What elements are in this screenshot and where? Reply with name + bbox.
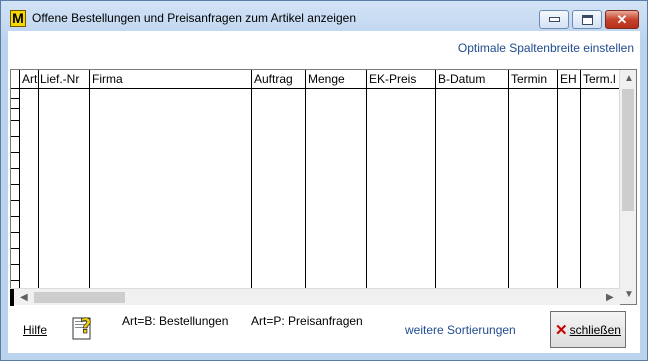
column-firma[interactable]: Firma [89, 70, 123, 304]
row-marker [11, 120, 19, 121]
close-button-label: schließen [569, 322, 621, 337]
row-indicator-marker [10, 289, 14, 306]
column-header-lief-nr[interactable]: Lief.-Nr [40, 72, 89, 86]
column-header-term-l[interactable]: Term.l [583, 72, 618, 86]
column-eh[interactable]: EH [557, 70, 577, 304]
help-icon[interactable]: ? [72, 313, 96, 341]
dialog-window: M Offene Bestellungen und Preisanfragen … [0, 0, 648, 361]
close-x-icon: ✕ [555, 321, 568, 339]
row-marker [11, 216, 19, 217]
column-header-b-datum[interactable]: B-Datum [438, 72, 485, 86]
horizontal-scroll-thumb[interactable] [34, 292, 125, 303]
column-header-menge[interactable]: Menge [308, 72, 345, 86]
row-marker [11, 232, 19, 233]
vertical-scroll-thumb[interactable] [622, 89, 634, 211]
row-marker [11, 200, 19, 201]
column-auftrag[interactable]: Auftrag [251, 70, 293, 304]
more-sorting-link[interactable]: weitere Sortierungen [405, 323, 516, 337]
row-marker [11, 136, 19, 137]
column-b-datum[interactable]: B-Datum [435, 70, 485, 304]
close-icon: ✕ [616, 12, 628, 27]
close-button[interactable]: ✕ schließen [550, 311, 626, 348]
window-close-button[interactable]: ✕ [605, 10, 639, 29]
scroll-down-icon[interactable]: ▼ [624, 289, 634, 300]
column-header-firma[interactable]: Firma [92, 72, 123, 86]
optimal-width-link[interactable]: Optimale Spaltenbreite einstellen [458, 41, 634, 55]
column-header-eh[interactable]: EH [560, 72, 577, 86]
minimize-icon [548, 17, 560, 22]
row-marker [11, 98, 19, 99]
row-marker [11, 152, 19, 153]
row-marker [11, 248, 19, 249]
window-title: Offene Bestellungen und Preisanfragen zu… [32, 11, 356, 25]
column-header-termin[interactable]: Termin [511, 72, 547, 86]
column-termin[interactable]: Termin [508, 70, 547, 304]
scroll-right-icon[interactable]: ▶ [606, 292, 614, 303]
title-bar[interactable]: M Offene Bestellungen und Preisanfragen … [1, 1, 647, 31]
column-header-auftrag[interactable]: Auftrag [254, 72, 293, 86]
scroll-left-icon[interactable]: ◀ [20, 292, 28, 303]
row-marker [11, 108, 19, 109]
vertical-scrollbar[interactable]: ▲ ▼ [619, 70, 636, 304]
legend-preisanfragen: Art=P: Preisanfragen [251, 314, 363, 328]
row-marker [11, 280, 19, 281]
scroll-up-icon[interactable]: ▲ [624, 73, 634, 84]
column-art[interactable]: Art [19, 70, 37, 304]
minimize-button[interactable] [539, 10, 569, 29]
column-ek-preis[interactable]: EK-Preis [366, 70, 416, 304]
row-marker [11, 168, 19, 169]
horizontal-scrollbar[interactable]: ◀ ▶ [10, 288, 620, 306]
footer-bar: Hilfe ? Art=B: Bestellungen Art=P: Preis… [8, 305, 640, 353]
dialog-client: Optimale Spaltenbreite einstellen Art Li… [8, 31, 640, 353]
legend-bestellungen: Art=B: Bestellungen [122, 314, 229, 328]
help-link[interactable]: Hilfe [23, 323, 47, 337]
row-marker [11, 264, 19, 265]
column-lief-nr[interactable]: Lief.-Nr [38, 70, 79, 304]
svg-text:?: ? [80, 314, 92, 338]
app-logo-icon: M [10, 10, 26, 27]
maximize-icon [581, 14, 593, 25]
maximize-button[interactable] [572, 10, 602, 29]
column-header-art[interactable]: Art [22, 72, 39, 86]
orders-grid[interactable]: Art Lief.-Nr Firma Auftrag Menge EK-Prei… [10, 69, 637, 305]
row-marker [11, 184, 19, 185]
column-header-ek-preis[interactable]: EK-Preis [369, 72, 416, 86]
column-menge[interactable]: Menge [305, 70, 345, 304]
column-term-l[interactable]: Term.l [580, 70, 616, 304]
